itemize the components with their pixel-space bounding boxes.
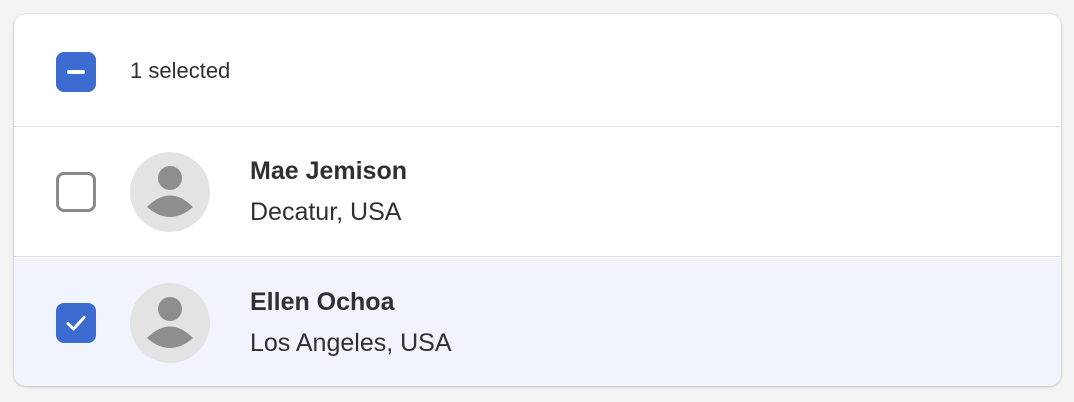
avatar: [130, 152, 210, 232]
minus-icon: [67, 70, 85, 74]
person-placeholder-icon: [147, 166, 193, 217]
row-checkbox[interactable]: [56, 172, 96, 212]
person-location: Decatur, USA: [250, 198, 402, 226]
person-name: Mae Jemison: [250, 157, 408, 185]
selected-count-label: 1 selected: [130, 58, 231, 83]
avatar: [130, 283, 210, 363]
resource-list-card: 1 selected Mae Jemison Decatur, USA Elle…: [14, 14, 1061, 386]
bulk-actions-header: 1 selected: [14, 14, 1061, 127]
checkmark-icon: [66, 316, 86, 331]
person-placeholder-icon: [147, 297, 193, 348]
list-item-selected[interactable]: Ellen Ochoa Los Angeles, USA: [14, 258, 1061, 386]
row-checkbox-checked[interactable]: [56, 303, 96, 343]
person-location: Los Angeles, USA: [250, 329, 452, 357]
select-all-checkbox[interactable]: [56, 52, 96, 92]
person-name: Ellen Ochoa: [250, 288, 395, 316]
list-item[interactable]: Mae Jemison Decatur, USA: [14, 127, 1061, 257]
